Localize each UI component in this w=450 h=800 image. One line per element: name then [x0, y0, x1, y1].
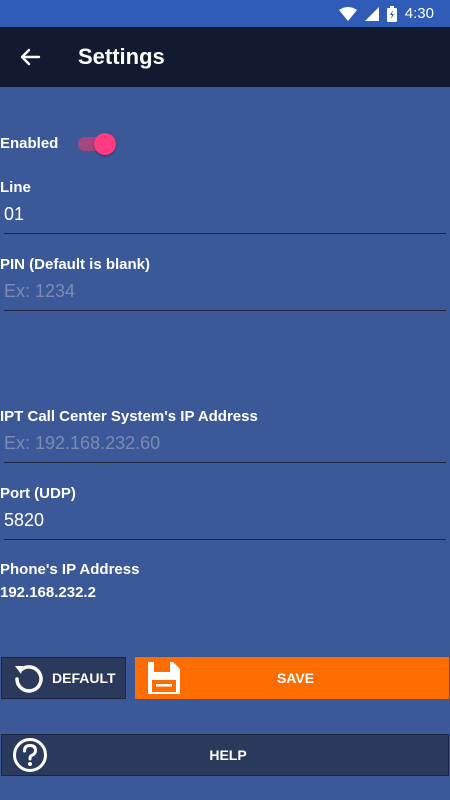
status-bar: 4:30 [0, 0, 450, 27]
line-label: Line [0, 179, 31, 196]
pin-label: PIN (Default is blank) [0, 256, 151, 273]
ip-field: IPT Call Center System's IP Address [0, 408, 446, 463]
help-icon [12, 737, 48, 773]
default-button-label: DEFAULT [52, 670, 116, 686]
default-button[interactable]: DEFAULT [1, 657, 126, 699]
enabled-row: Enabled [0, 131, 117, 155]
phone-ip-value: 192.168.232.2 [0, 584, 96, 601]
enabled-label: Enabled [0, 134, 59, 152]
save-button-label: SAVE [276, 670, 315, 686]
enabled-toggle[interactable] [76, 131, 117, 155]
ip-label: IPT Call Center System's IP Address [0, 408, 258, 425]
phone-ip-label: Phone's IP Address [0, 561, 140, 578]
app-bar: Settings [0, 27, 450, 87]
wifi-icon [338, 6, 357, 21]
help-button-label: HELP [209, 747, 247, 763]
port-field: Port (UDP) [0, 485, 446, 540]
ip-input[interactable] [4, 429, 446, 463]
arrow-left-icon [20, 48, 41, 66]
save-button[interactable]: SAVE [135, 657, 449, 699]
signal-icon [364, 6, 379, 21]
page-title: Settings [78, 44, 165, 69]
line-field: Line [0, 179, 446, 234]
action-row: DEFAULT SAVE [0, 657, 450, 699]
pin-input[interactable] [4, 277, 446, 311]
help-button[interactable]: HELP [1, 734, 449, 776]
toggle-thumb [94, 133, 117, 155]
battery-icon [386, 5, 397, 22]
port-input[interactable] [4, 506, 446, 540]
phone-ip-info: Phone's IP Address 192.168.232.2 [0, 561, 139, 601]
port-label: Port (UDP) [0, 485, 76, 502]
floppy-disk-icon [146, 660, 182, 696]
line-input[interactable] [4, 200, 446, 234]
back-button[interactable] [0, 27, 60, 87]
reset-icon [12, 661, 46, 695]
pin-field: PIN (Default is blank) [0, 256, 446, 311]
status-time: 4:30 [404, 5, 434, 22]
